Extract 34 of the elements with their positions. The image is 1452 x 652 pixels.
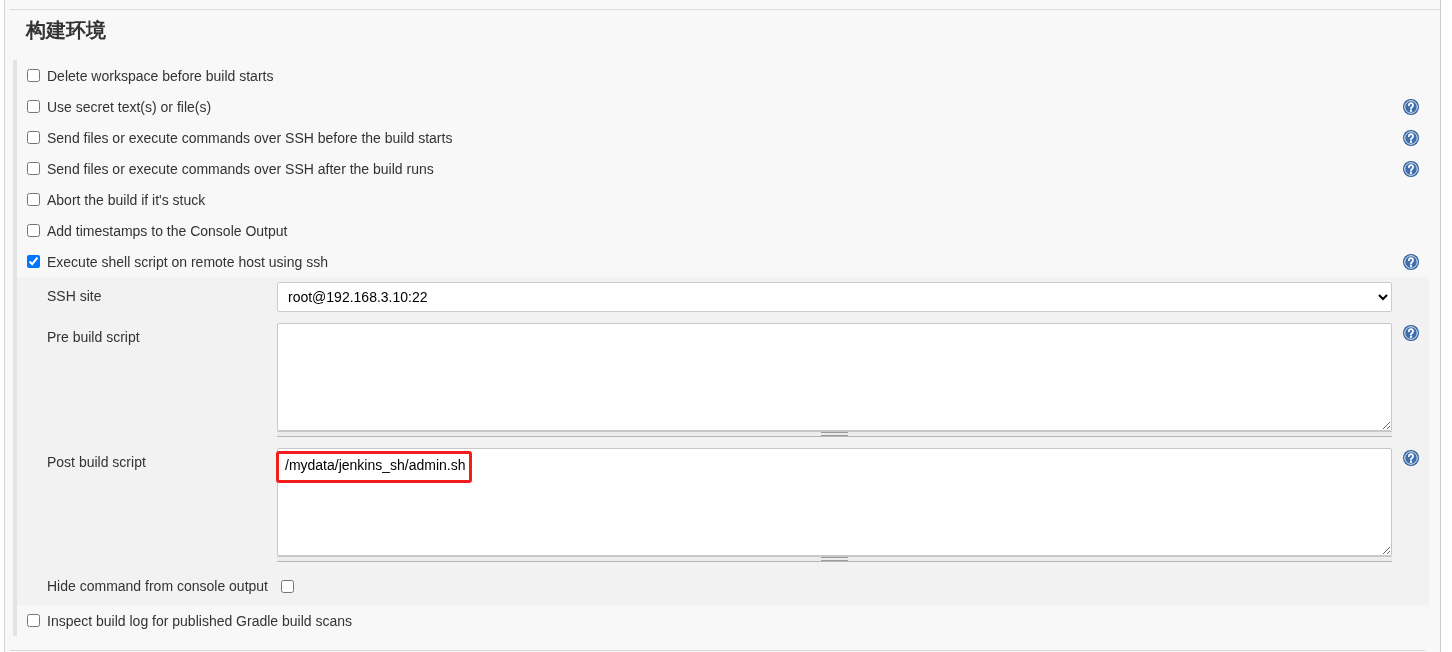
section-title: 构建环境 (26, 18, 106, 42)
help-icon[interactable] (1403, 450, 1419, 466)
help-icon[interactable] (1403, 98, 1419, 115)
option-label[interactable]: Inspect build log for published Gradle build scans (47, 612, 353, 629)
field-label: Pre build script (47, 328, 141, 345)
help-icon[interactable] (1403, 129, 1419, 146)
option-checkbox[interactable] (27, 69, 40, 82)
option-label[interactable]: Delete workspace before build starts (47, 67, 274, 84)
option-label[interactable]: Hide command from console output (47, 578, 268, 594)
option-label[interactable]: Add timestamps to the Console Output (47, 222, 288, 239)
grip-icon (821, 432, 848, 436)
option-checkbox[interactable] (281, 579, 294, 593)
field-label: Post build script (47, 453, 147, 470)
help-icon[interactable] (1403, 325, 1419, 341)
ssh-site-select[interactable]: root@192.168.3.10:22 (277, 282, 1392, 312)
script-textarea[interactable]: /mydata/jenkins_sh/admin.sh (277, 448, 1392, 556)
option-checkbox[interactable] (27, 162, 40, 175)
option-label[interactable]: Execute shell script on remote host using ssh (47, 253, 328, 270)
option-checkbox[interactable] (27, 131, 40, 144)
option-label[interactable]: Send files or execute commands over SSH before the build starts (47, 129, 453, 146)
grip-icon (821, 557, 848, 561)
help-icon[interactable] (1403, 253, 1419, 270)
option-checkbox[interactable] (27, 224, 40, 237)
resize-handle[interactable] (277, 556, 1392, 562)
option-label[interactable]: Send files or execute commands over SSH after the build runs (47, 160, 434, 177)
option-checkbox[interactable] (27, 614, 40, 627)
option-label[interactable]: Use secret text(s) or file(s) (47, 98, 212, 115)
resize-handle[interactable] (277, 431, 1392, 437)
option-checkbox[interactable] (27, 193, 40, 206)
help-icon[interactable] (1403, 160, 1419, 177)
option-label[interactable]: Abort the build if it's stuck (47, 191, 206, 208)
option-checkbox[interactable] (27, 100, 40, 113)
field-label: SSH site (47, 287, 103, 304)
option-checkbox[interactable] (27, 255, 40, 268)
